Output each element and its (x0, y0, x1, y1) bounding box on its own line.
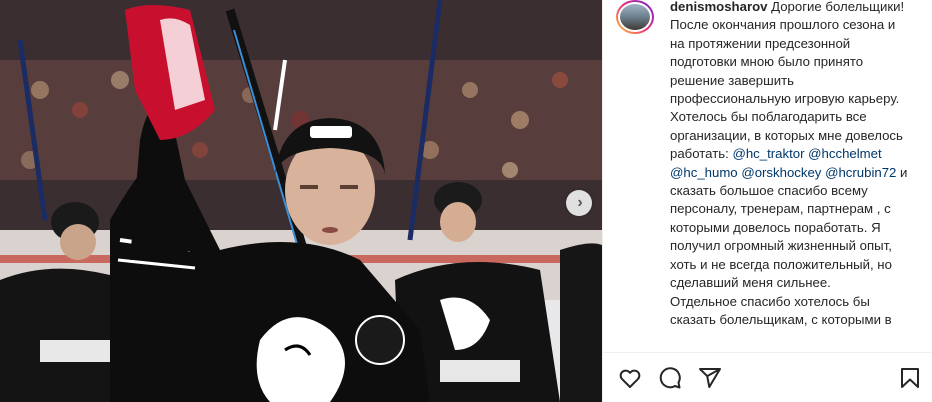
caption-text (882, 146, 886, 161)
bookmark-icon (901, 368, 919, 388)
mention-link[interactable]: @orskhockey (741, 165, 821, 180)
action-bar (603, 352, 932, 402)
share-button[interactable] (697, 365, 723, 391)
share-icon (699, 368, 721, 388)
heart-icon (619, 369, 641, 388)
post-side-panel: denismosharov Дорогие болельщики! После … (603, 0, 932, 402)
caption-text: Дорогие болельщики! После окончания прош… (670, 0, 905, 162)
username-link[interactable]: denismosharov (670, 0, 767, 14)
mention-link[interactable]: @hc_humo (670, 165, 738, 180)
mention-link[interactable]: @hcrubin72 (825, 165, 896, 180)
post-media[interactable]: › (0, 0, 602, 402)
save-button[interactable] (897, 365, 923, 391)
mention-link[interactable]: @hc_traktor (732, 146, 804, 161)
caption-area[interactable]: denismosharov Дорогие болельщики! После … (603, 0, 932, 352)
caption-text: и сказать большое спасибо всему персонал… (670, 164, 908, 327)
chevron-right-icon: › (577, 194, 583, 211)
comment-icon (659, 367, 681, 389)
hockey-photo (0, 0, 602, 402)
post-caption: denismosharov Дорогие болельщики! После … (670, 0, 910, 329)
avatar-image (620, 4, 650, 30)
like-button[interactable] (617, 365, 643, 391)
avatar[interactable] (616, 0, 654, 34)
mention-link[interactable]: @hcchelmet (808, 146, 882, 161)
next-slide-button[interactable]: › (566, 190, 592, 216)
comment-button[interactable] (657, 365, 683, 391)
